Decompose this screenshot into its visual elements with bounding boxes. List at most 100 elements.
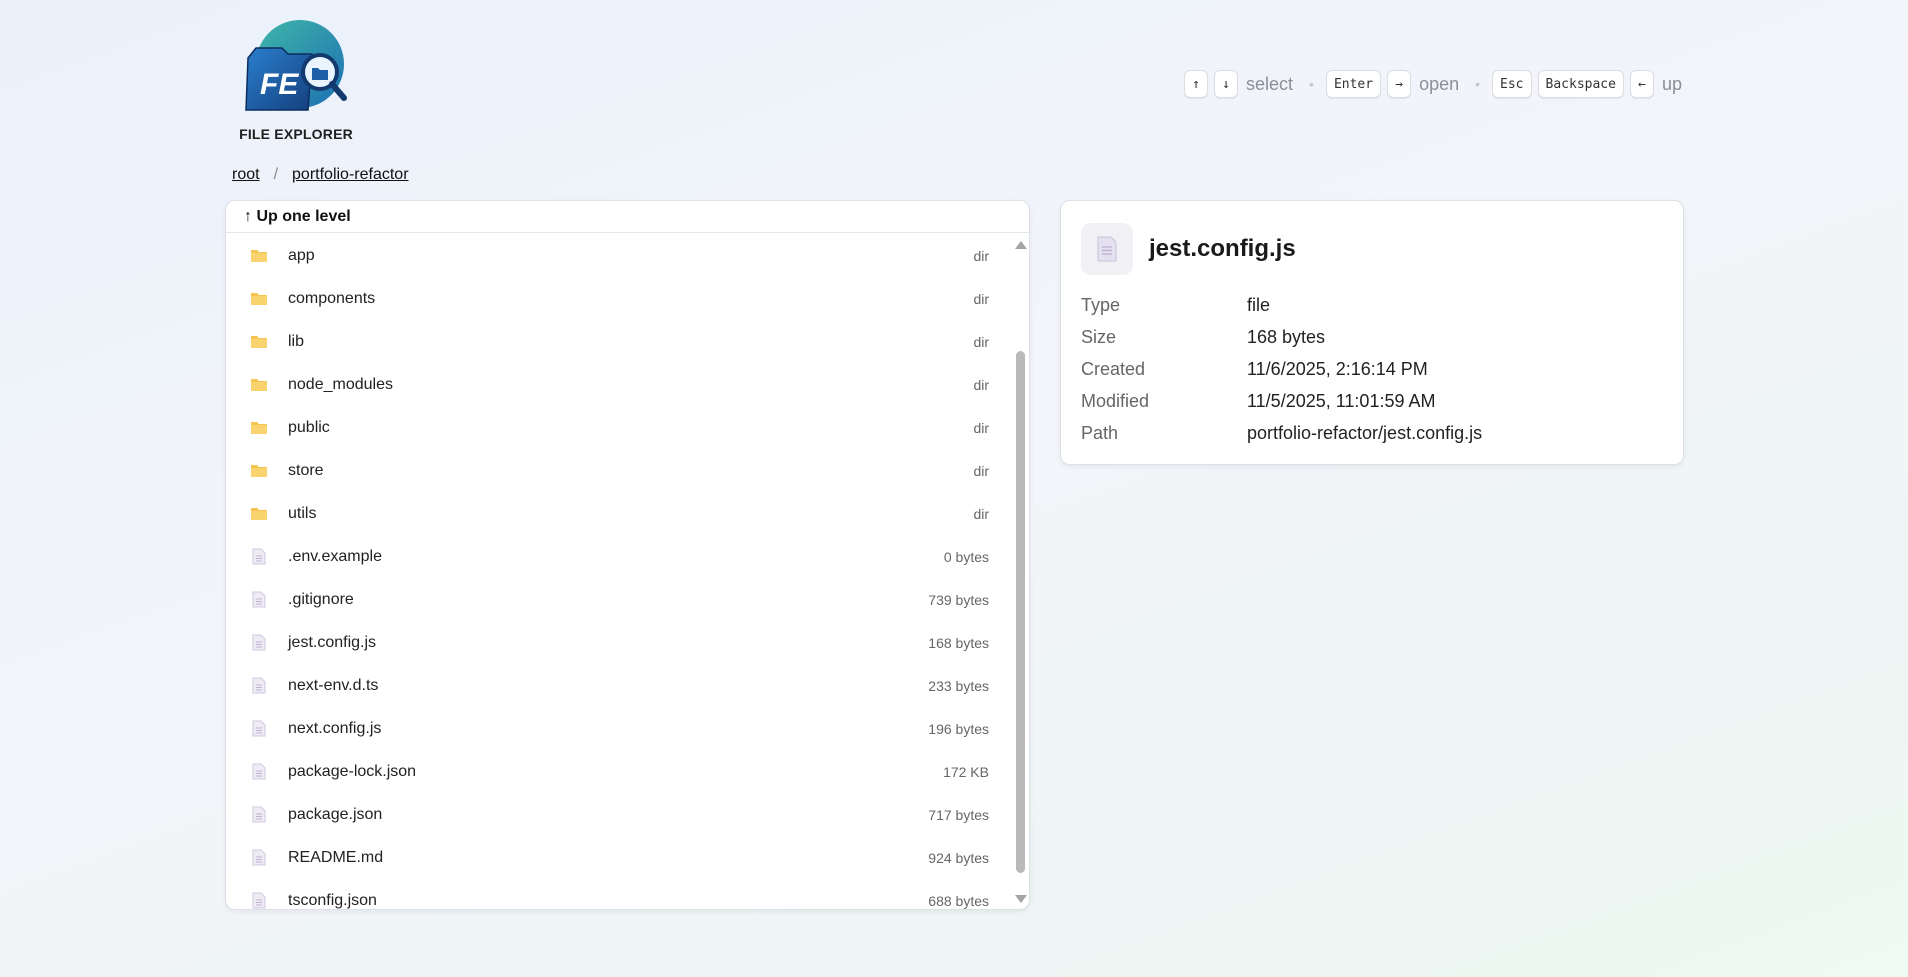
details-row: Created 11/6/2025, 2:16:14 PM — [1081, 353, 1663, 385]
folder-icon — [248, 462, 270, 480]
details-label: Path — [1081, 422, 1119, 443]
file-icon — [248, 806, 270, 824]
file-name: store — [288, 461, 324, 479]
file-name: lib — [288, 332, 305, 350]
file-list: app dir components dir lib dir node_modules dir… — [226, 234, 1011, 909]
details-title: jest.config.js — [1149, 235, 1296, 262]
scroll-up-arrow-icon[interactable] — [1015, 241, 1027, 249]
hint-up-label: up — [1661, 73, 1682, 94]
file-list-row[interactable]: package.json 717 bytes — [226, 793, 1011, 836]
hint-separator: • — [1309, 76, 1314, 92]
details-label: Size — [1081, 326, 1117, 347]
file-name: .gitignore — [288, 590, 354, 608]
breadcrumb-current[interactable]: portfolio-refactor — [292, 166, 409, 184]
file-name: next.config.js — [288, 719, 382, 737]
file-name: .env.example — [288, 547, 382, 565]
file-meta: dir — [973, 376, 989, 393]
details-value: 11/6/2025, 2:16:14 PM — [1247, 358, 1428, 379]
file-meta: 172 KB — [943, 763, 989, 780]
file-meta: dir — [973, 419, 989, 436]
file-list-row[interactable]: jest.config.js 168 bytes — [226, 621, 1011, 664]
file-list-row[interactable]: tsconfig.json 688 bytes — [226, 879, 1011, 909]
file-name: README.md — [288, 848, 384, 866]
file-list-row[interactable]: package-lock.json 172 KB — [226, 750, 1011, 793]
key-backspace: Backspace — [1537, 70, 1624, 98]
key-arrow-up: ↑ — [1184, 70, 1208, 98]
svg-text:FE: FE — [260, 68, 299, 101]
file-list-row[interactable]: .gitignore 739 bytes — [226, 578, 1011, 621]
breadcrumb-separator: / — [273, 166, 279, 183]
file-details-card: jest.config.js Type file Size 168 bytes Crea… — [1060, 200, 1684, 465]
folder-icon — [248, 419, 270, 437]
file-icon — [248, 634, 270, 652]
file-name: app — [288, 246, 315, 264]
folder-icon — [248, 505, 270, 523]
file-name: package-lock.json — [288, 762, 417, 780]
file-list-row[interactable]: .env.example 0 bytes — [226, 535, 1011, 578]
file-name: tsconfig.json — [288, 891, 377, 909]
file-explorer-logo-icon: FE — [245, 20, 347, 111]
scrollbar-thumb[interactable] — [1016, 351, 1025, 873]
details-row: Size 168 bytes — [1081, 321, 1663, 353]
details-header: jest.config.js — [1081, 223, 1296, 275]
file-icon — [248, 763, 270, 781]
file-meta: dir — [973, 505, 989, 522]
details-label: Created — [1081, 358, 1146, 379]
scroll-down-arrow-icon[interactable] — [1015, 895, 1027, 903]
details-value: 11/5/2025, 11:01:59 AM — [1247, 390, 1436, 411]
details-properties: Type file Size 168 bytes Created 11/6/2025, 2… — [1081, 289, 1663, 449]
details-label: Modified — [1081, 390, 1150, 411]
key-arrow-left: ← — [1629, 70, 1654, 98]
details-row: Path portfolio-refactor/jest.config.js — [1081, 417, 1663, 449]
key-arrow-right: → — [1387, 70, 1412, 98]
file-list-row[interactable]: app dir — [226, 234, 1011, 277]
details-row: Modified 11/5/2025, 11:01:59 AM — [1081, 385, 1663, 417]
file-list-row[interactable]: next.config.js 196 bytes — [226, 707, 1011, 750]
file-icon — [1081, 223, 1133, 275]
file-meta: dir — [973, 290, 989, 307]
key-enter: Enter — [1325, 70, 1382, 98]
file-list-row[interactable]: node_modules dir — [226, 363, 1011, 406]
folder-icon — [248, 333, 270, 351]
details-label: Type — [1081, 294, 1121, 315]
keyboard-hints: ↑ ↓ select • Enter → open • Esc Backspac… — [1184, 70, 1686, 98]
file-meta: 924 bytes — [928, 849, 989, 866]
app-logo: FE FILE EXPLORER — [236, 16, 356, 146]
details-value: 168 bytes — [1247, 326, 1326, 347]
file-name: utils — [288, 504, 317, 522]
breadcrumb-root[interactable]: root — [232, 166, 260, 184]
file-list-row[interactable]: README.md 924 bytes — [226, 836, 1011, 879]
file-name: public — [288, 418, 330, 436]
details-row: Type file — [1081, 289, 1663, 321]
file-icon — [248, 849, 270, 867]
scrollbar[interactable] — [1011, 234, 1029, 909]
file-icon — [248, 548, 270, 566]
file-list-panel: ↑ Up one level app dir components dir lib dir… — [225, 200, 1030, 910]
file-meta: 0 bytes — [943, 548, 989, 565]
file-name: node_modules — [288, 375, 393, 393]
file-list-row[interactable]: components dir — [226, 277, 1011, 320]
file-meta: 717 bytes — [928, 806, 989, 823]
file-meta: 196 bytes — [928, 720, 989, 737]
up-one-level-button[interactable]: ↑ Up one level — [226, 201, 1029, 233]
file-meta: 168 bytes — [928, 634, 989, 651]
file-list-row[interactable]: next-env.d.ts 233 bytes — [226, 664, 1011, 707]
file-list-row[interactable]: utils dir — [226, 492, 1011, 535]
key-esc: Esc — [1492, 70, 1532, 98]
hint-open-label: open — [1419, 73, 1460, 94]
folder-icon — [248, 376, 270, 394]
logo-caption: FILE EXPLORER — [239, 126, 353, 142]
breadcrumb: root / portfolio-refactor — [232, 166, 409, 184]
file-name: components — [288, 289, 376, 307]
details-value: file — [1247, 294, 1271, 315]
file-meta: 739 bytes — [928, 591, 989, 608]
file-meta: dir — [973, 247, 989, 264]
details-value: portfolio-refactor/jest.config.js — [1247, 422, 1483, 443]
file-list-row[interactable]: public dir — [226, 406, 1011, 449]
file-list-row[interactable]: lib dir — [226, 320, 1011, 363]
file-icon — [248, 677, 270, 695]
folder-icon — [248, 247, 270, 265]
file-name: jest.config.js — [288, 633, 377, 651]
file-list-row[interactable]: store dir — [226, 449, 1011, 492]
file-name: next-env.d.ts — [288, 676, 379, 694]
